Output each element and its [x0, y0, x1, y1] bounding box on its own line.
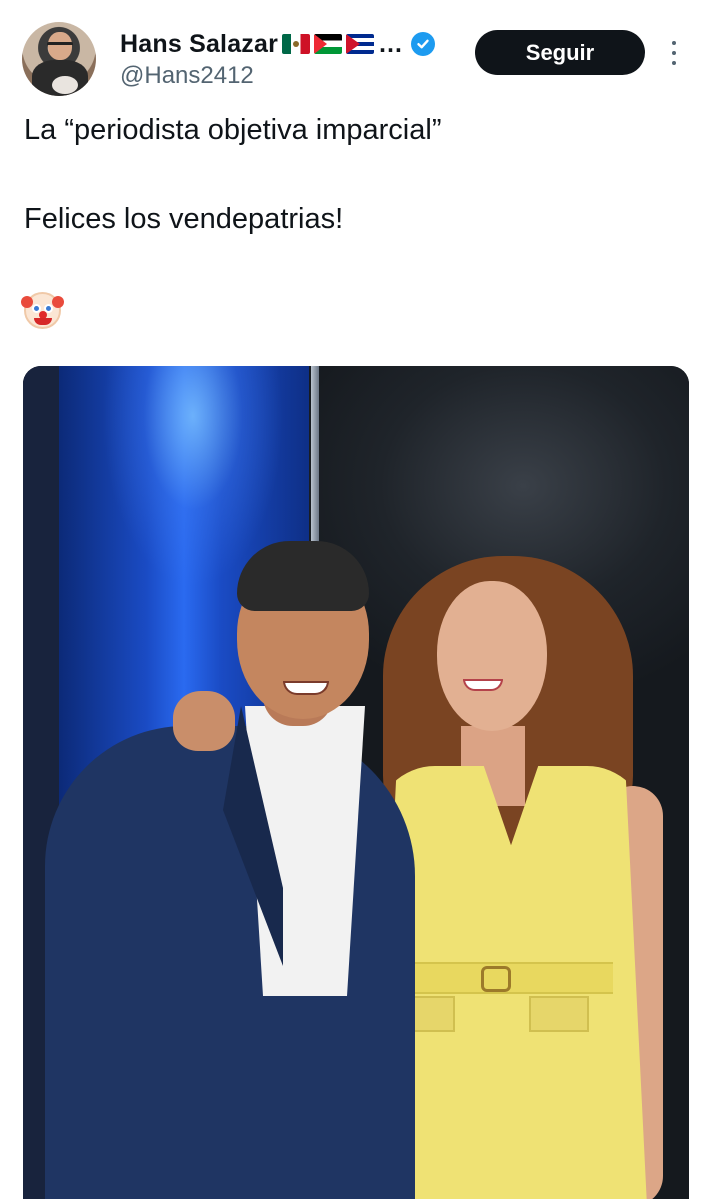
cuba-flag-icon	[346, 34, 375, 54]
tweet-photo[interactable]	[23, 366, 689, 1199]
more-vertical-icon[interactable]	[664, 38, 684, 68]
author-display-name[interactable]: Hans Salazar	[120, 30, 278, 59]
palestine-flag-icon	[314, 34, 343, 54]
tweet-text-line-2: Felices los vendepatrias!	[24, 203, 344, 235]
verified-badge-icon	[411, 32, 436, 56]
author-handle[interactable]: @Hans2412	[120, 62, 254, 90]
tweet: Hans Salazar … @Hans2412 Seguir La “peri…	[0, 0, 711, 1199]
author-avatar[interactable]	[22, 22, 96, 96]
follow-button[interactable]: Seguir	[475, 30, 645, 75]
tweet-text-line-1: La “periodista objetiva imparcial”	[24, 114, 442, 146]
name-truncation: …	[378, 29, 404, 58]
clown-face-emoji-icon	[21, 292, 64, 329]
mexico-flag-icon	[282, 34, 311, 54]
author-name-row[interactable]: Hans Salazar …	[120, 28, 436, 60]
